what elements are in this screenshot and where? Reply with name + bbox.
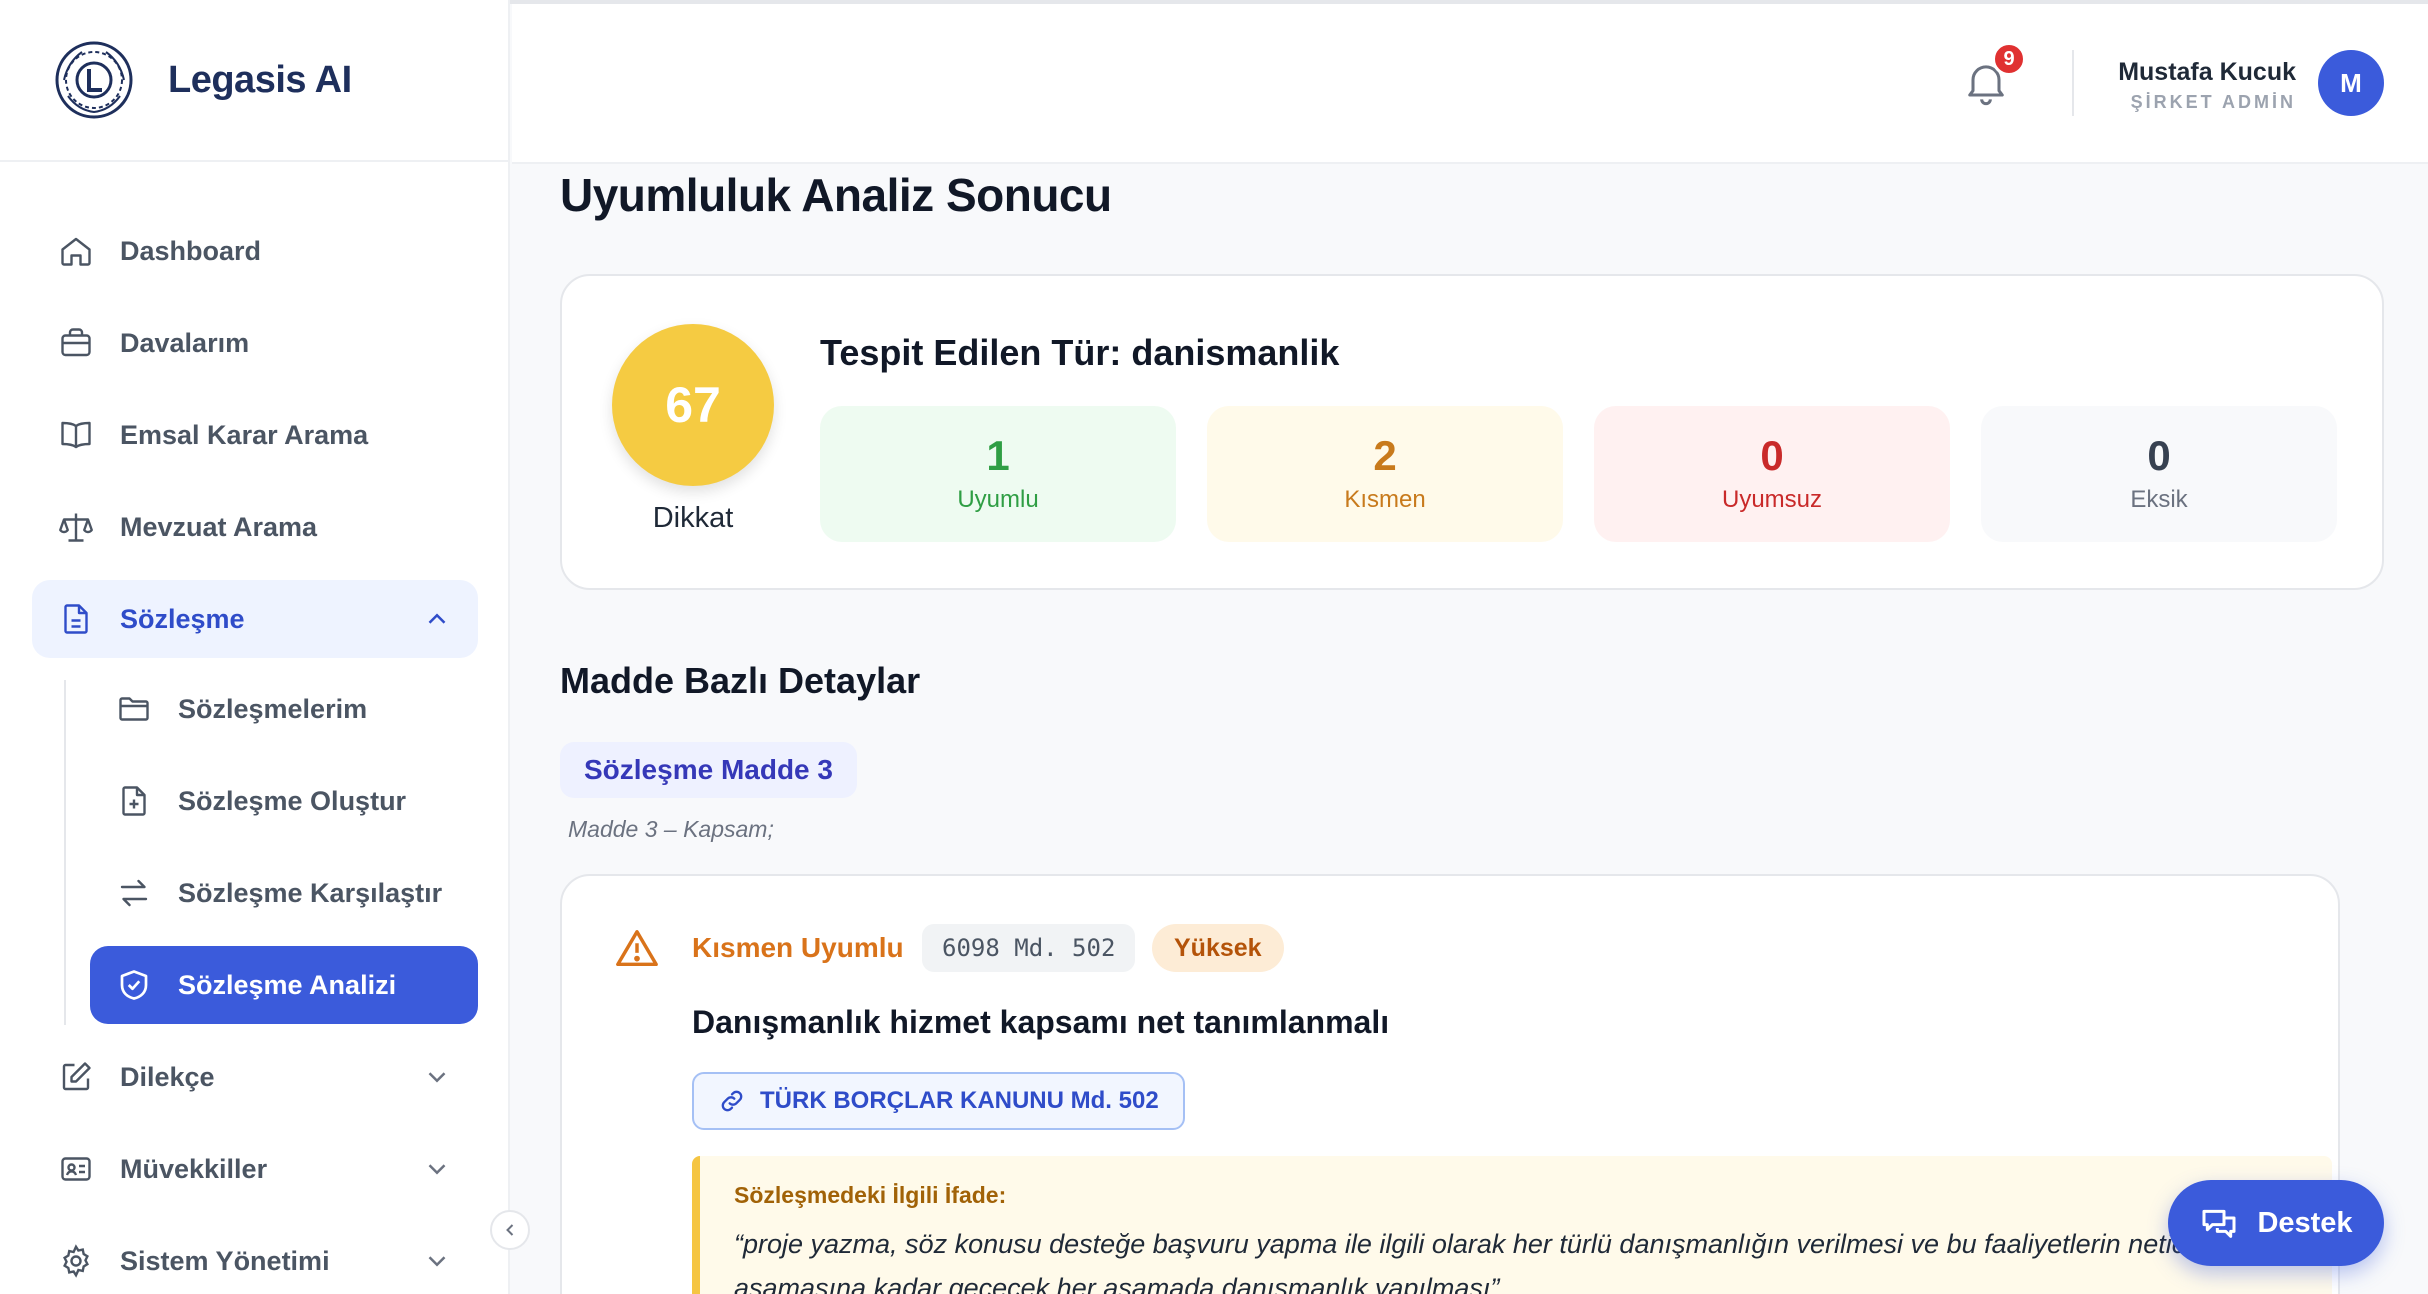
sidebar-item-label: Davalarım — [120, 327, 250, 358]
submenu-guide-line — [64, 680, 66, 1025]
sidebar-item-label: Müvekkiller — [120, 1153, 268, 1184]
user-name[interactable]: Mustafa Kucuk — [2118, 58, 2296, 87]
file-plus-icon — [114, 781, 154, 821]
compliance-score: 67 — [612, 324, 774, 486]
support-button-label: Destek — [2257, 1206, 2353, 1239]
user-role: ŞİRKET ADMİN — [2130, 92, 2296, 112]
avatar[interactable]: M — [2318, 50, 2384, 116]
swap-icon — [114, 873, 154, 913]
quote-text: “proje yazma, söz konusu desteğe başvuru… — [734, 1229, 2294, 1294]
stat-label: Uyumlu — [957, 486, 1039, 513]
sidebar-item-dashboard[interactable]: Dashboard — [32, 212, 478, 290]
sidebar-item-davalarim[interactable]: Davalarım — [32, 304, 478, 382]
sidebar-subitem-analizi[interactable]: Sözleşme Analizi — [90, 946, 478, 1024]
sidebar-item-label: Dashboard — [120, 235, 262, 266]
brand-name: Legasis AI — [168, 58, 352, 101]
home-icon — [56, 231, 96, 271]
sidebar-subitem-karsilastir[interactable]: Sözleşme Karşılaştır — [90, 854, 478, 932]
sidebar-item-label: Emsal Karar Arama — [120, 419, 369, 450]
support-button[interactable]: Destek — [2168, 1180, 2384, 1266]
scale-icon — [56, 507, 96, 547]
stat-eksik: 0 Eksik — [1981, 406, 2337, 542]
madde-chip: Sözleşme Madde 3 — [560, 742, 857, 798]
sidebar-collapse-button[interactable] — [490, 1210, 530, 1250]
book-icon — [56, 415, 96, 455]
quote-box: Sözleşmedeki İlgili İfade: “proje yazma,… — [692, 1156, 2332, 1294]
detected-type: Tespit Edilen Tür: danismanlik — [820, 332, 1340, 373]
severity-badge: Yüksek — [1152, 924, 1284, 972]
law-link[interactable]: TÜRK BORÇLAR KANUNU Md. 502 — [692, 1072, 1185, 1130]
gear-icon — [56, 1241, 96, 1281]
finding-status: Kısmen Uyumlu — [692, 932, 904, 963]
stat-kismen: 2 Kısmen — [1207, 406, 1563, 542]
sidebar-item-label: Dilekçe — [120, 1061, 215, 1092]
chevron-down-icon[interactable] — [422, 1062, 452, 1092]
sidebar-item-label: Sistem Yönetimi — [120, 1245, 330, 1276]
sidebar-item-sozlesme[interactable]: Sözleşme — [32, 580, 478, 658]
sidebar-subitem-label: Sözleşme Oluştur — [178, 785, 407, 816]
stat-value: 1 — [986, 432, 1010, 479]
summary-card: 67 Dikkat Tespit Edilen Tür: danismanlik… — [560, 274, 2384, 590]
sidebar-item-dilekce[interactable]: Dilekçe — [32, 1038, 478, 1116]
page-title: Uyumluluk Analiz Sonucu — [560, 169, 1112, 221]
sidebar-item-label: Mevzuat Arama — [120, 511, 318, 542]
sidebar-item-sistem[interactable]: Sistem Yönetimi — [32, 1222, 478, 1294]
link-icon — [721, 1090, 743, 1112]
chevron-up-icon[interactable] — [422, 604, 452, 634]
sidebar-item-mevzuat[interactable]: Mevzuat Arama — [32, 488, 478, 566]
folder-icon — [114, 689, 154, 729]
law-link-label: TÜRK BORÇLAR KANUNU Md. 502 — [760, 1087, 1159, 1114]
stat-label: Kısmen — [1344, 486, 1426, 513]
sidebar-subitem-label: Sözleşmelerim — [178, 693, 368, 724]
warning-triangle-icon — [614, 926, 660, 972]
finding-title: Danışmanlık hizmet kapsamı net tanımlanm… — [692, 1004, 1390, 1040]
header-divider — [2072, 50, 2074, 116]
stat-value: 0 — [1760, 432, 1784, 479]
briefcase-icon — [56, 323, 96, 363]
legasis-logo-icon — [55, 41, 133, 119]
finding-reference: 6098 Md. 502 — [922, 924, 1136, 972]
quote-label: Sözleşmedeki İlgili İfade: — [734, 1182, 1007, 1208]
section-title: Madde Bazlı Detaylar — [560, 660, 921, 701]
stat-uyumsuz: 0 Uyumsuz — [1594, 406, 1950, 542]
sidebar-subitem-label: Sözleşme Karşılaştır — [178, 877, 443, 908]
chevron-down-icon[interactable] — [422, 1154, 452, 1184]
document-icon — [56, 599, 96, 639]
sidebar-subitem-olustur[interactable]: Sözleşme Oluştur — [90, 762, 478, 840]
stat-label: Eksik — [2130, 486, 2188, 513]
sidebar-item-emsal[interactable]: Emsal Karar Arama — [32, 396, 478, 474]
sidebar-subitem-label: Sözleşme Analizi — [178, 969, 397, 1000]
stat-uyumlu: 1 Uyumlu — [820, 406, 1176, 542]
sidebar-item-muvekkiller[interactable]: Müvekkiller — [32, 1130, 478, 1208]
stat-value: 2 — [1373, 432, 1397, 479]
brand[interactable]: Legasis AI — [0, 0, 508, 162]
contact-card-icon — [56, 1149, 96, 1189]
sidebar-subitem-sozlesmelerim[interactable]: Sözleşmelerim — [90, 670, 478, 748]
sidebar-item-label: Sözleşme — [120, 603, 245, 634]
chevron-down-icon[interactable] — [422, 1246, 452, 1276]
madde-subtitle: Madde 3 – Kapsam; — [568, 816, 774, 842]
chevron-left-icon — [506, 1224, 514, 1236]
edit-icon — [56, 1057, 96, 1097]
finding-card: Kısmen Uyumlu 6098 Md. 502 Yüksek Danışm… — [560, 874, 2340, 1294]
shield-check-icon — [114, 965, 154, 1005]
notification-count-badge: 9 — [1992, 42, 2026, 76]
top-header: 9 Mustafa Kucuk ŞİRKET ADMİN M — [512, 4, 2428, 164]
stat-label: Uyumsuz — [1721, 486, 1823, 513]
sidebar: Legasis AI Dashboard Davalarım Emsal Kar… — [0, 0, 510, 1294]
compliance-score-label: Dikkat — [652, 502, 734, 534]
stat-value: 0 — [2147, 432, 2171, 479]
chat-bubbles-icon — [2202, 1209, 2236, 1238]
